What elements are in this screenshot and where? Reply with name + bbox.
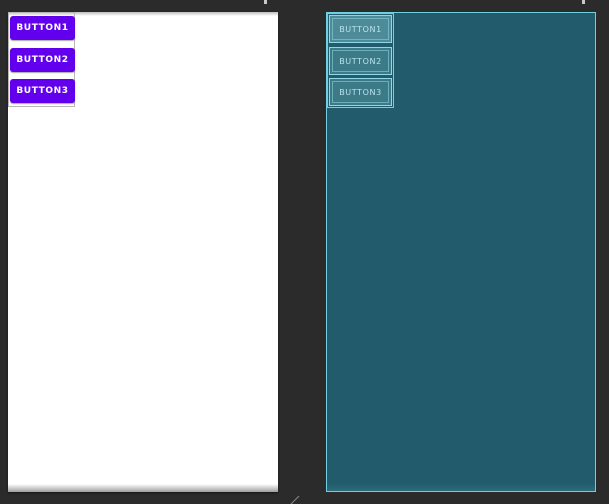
- blueprint-resize-handle[interactable]: [582, 0, 585, 4]
- blueprint-surface[interactable]: BUTTON1 BUTTON2 BUTTON3: [326, 12, 596, 492]
- blueprint-button-1-label: BUTTON1: [339, 24, 382, 34]
- design-button-2[interactable]: BUTTON2: [10, 48, 75, 72]
- layout-editor-canvas: BUTTON1 BUTTON2 BUTTON3 BUTTON1 BUTTON2 …: [0, 0, 609, 504]
- blueprint-button-3[interactable]: BUTTON3: [329, 78, 392, 106]
- design-surface[interactable]: BUTTON1 BUTTON2 BUTTON3: [8, 12, 278, 492]
- blueprint-button-2-label: BUTTON2: [339, 56, 382, 66]
- design-resize-handle[interactable]: [264, 0, 267, 4]
- design-button-3[interactable]: BUTTON3: [10, 79, 75, 103]
- blueprint-button-1[interactable]: BUTTON1: [329, 15, 392, 43]
- resize-grip-icon[interactable]: [290, 496, 300, 504]
- design-button-1[interactable]: BUTTON1: [10, 16, 75, 40]
- blueprint-button-2[interactable]: BUTTON2: [329, 47, 392, 75]
- design-button-container[interactable]: BUTTON1 BUTTON2 BUTTON3: [8, 12, 75, 107]
- blueprint-button-3-label: BUTTON3: [339, 87, 382, 97]
- blueprint-button-container[interactable]: BUTTON1 BUTTON2 BUTTON3: [327, 13, 394, 108]
